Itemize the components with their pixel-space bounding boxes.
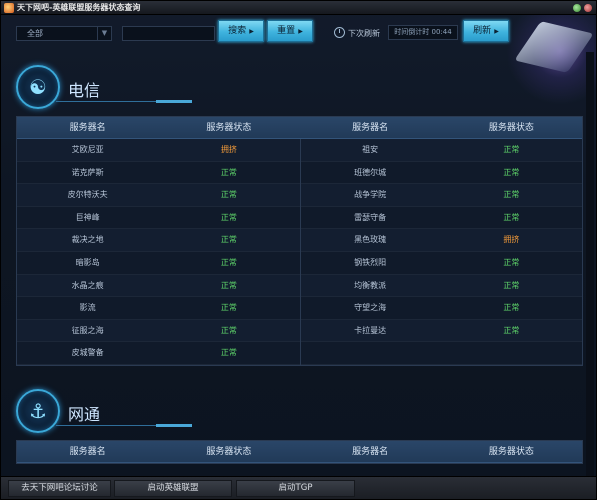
- isp-emblem-icon: ☯: [16, 65, 60, 109]
- server-status: 正常: [503, 257, 520, 267]
- server-name: 艾欧尼亚: [71, 145, 104, 154]
- forum-button[interactable]: 去天下网吧论坛讨论: [8, 480, 111, 497]
- server-name: 诺克萨斯: [71, 167, 104, 177]
- isp-emblem-icon: ⚓: [16, 389, 60, 433]
- chevron-down-icon[interactable]: ▼: [97, 27, 111, 40]
- server-status: 正常: [220, 235, 237, 245]
- server-name: 裁决之地: [71, 235, 104, 245]
- region-select[interactable]: 全部 ▼: [16, 26, 112, 41]
- window-title: 天下网吧-英雄联盟服务器状态查询: [17, 3, 141, 12]
- table-body: 艾欧尼亚 拥挤 祖安 正常 诺克萨斯 正常 班德尔城 正常 皮尔特沃夫 正常 战争学院 正常 巨神峰 正常…: [17, 139, 582, 365]
- server-status: 正常: [503, 303, 520, 313]
- server-name: 巨神峰: [75, 212, 100, 222]
- clock-icon: [334, 27, 345, 38]
- reset-button-label: 重置: [277, 26, 296, 36]
- server-name: 雷瑟守备: [354, 212, 387, 222]
- server-name: 班德尔城: [354, 167, 387, 177]
- section-header: ☯ 电信: [16, 65, 216, 109]
- search-button[interactable]: 搜索 ▶: [218, 20, 264, 42]
- server-name: 影流: [79, 303, 96, 313]
- server-name: 钢铁烈阳: [354, 257, 387, 267]
- search-button-label: 搜索: [228, 26, 247, 36]
- scrollbar[interactable]: [586, 52, 594, 476]
- server-status: 正常: [220, 348, 237, 358]
- server-name: 征服之海: [71, 325, 104, 335]
- countdown-display: 时间倒计时 00:44: [388, 25, 458, 40]
- window-controls: [573, 4, 592, 12]
- server-status: 正常: [503, 280, 520, 290]
- play-arrow-icon: ▶: [298, 28, 303, 35]
- next-refresh-label: 下次刷新: [348, 29, 380, 38]
- title-bar[interactable]: 天下网吧-英雄联盟服务器状态查询: [1, 1, 596, 15]
- server-name: 卡拉曼达: [354, 325, 387, 335]
- refresh-button[interactable]: 刷新 ▶: [463, 20, 509, 42]
- play-arrow-icon: ▶: [249, 28, 254, 35]
- table-header: 服务器名 服务器状态 服务器名 服务器状态: [17, 117, 582, 139]
- column-header: 服务器名: [352, 447, 389, 457]
- minimize-icon[interactable]: [573, 4, 581, 12]
- column-header: 服务器名: [352, 123, 389, 133]
- play-arrow-icon: ▶: [494, 28, 499, 35]
- section-title: 网通: [68, 405, 101, 424]
- bottom-bar: 去天下网吧论坛讨论 启动英雄联盟 启动TGP: [1, 476, 596, 499]
- app-window: 天下网吧-英雄联盟服务器状态查询 全部 ▼ 搜索 ▶ 重置 ▶ 下次刷新 时间倒计时…: [0, 0, 597, 500]
- close-icon[interactable]: [584, 4, 592, 12]
- column-header: 服务器名: [69, 447, 106, 457]
- column-header: 服务器状态: [488, 447, 534, 457]
- server-status: 拥挤: [220, 145, 237, 154]
- column-header: 服务器名: [69, 123, 106, 133]
- refresh-button-label: 刷新: [473, 26, 492, 36]
- server-status: [441, 342, 582, 364]
- server-status: 正常: [220, 303, 237, 313]
- column-header: 服务器状态: [206, 447, 252, 457]
- server-name: [300, 342, 441, 364]
- launch-lol-button[interactable]: 启动英雄联盟: [114, 480, 232, 497]
- section-underline: [56, 100, 192, 103]
- column-divider: [300, 139, 301, 365]
- section-underline: [56, 424, 192, 427]
- region-select-value: 全部: [27, 29, 43, 38]
- server-name: 水晶之痕: [71, 280, 104, 290]
- server-name: 均衡教派: [354, 280, 387, 290]
- reset-button[interactable]: 重置 ▶: [267, 20, 313, 42]
- server-status: 正常: [503, 212, 520, 222]
- table-header: 服务器名 服务器状态 服务器名 服务器状态: [17, 441, 582, 463]
- server-status: 正常: [220, 212, 237, 222]
- server-status: 正常: [220, 167, 237, 177]
- server-status: 拥挤: [503, 235, 520, 245]
- column-header: 服务器状态: [206, 123, 252, 133]
- server-name: 暗影岛: [75, 257, 100, 267]
- server-name: 战争学院: [354, 190, 387, 200]
- server-status: 正常: [220, 190, 237, 200]
- server-name: 祖安: [362, 145, 379, 154]
- section-header: ⚓ 网通: [16, 389, 216, 433]
- server-status: 正常: [503, 145, 520, 154]
- server-status: 正常: [503, 167, 520, 177]
- column-header: 服务器状态: [488, 123, 534, 133]
- server-list-scroll-area[interactable]: ☯ 电信 服务器名 服务器状态 服务器名 服务器状态 艾欧尼亚 拥挤 祖安 正常 诺克萨斯 正常 班德尔…: [1, 52, 586, 476]
- section-title: 电信: [68, 81, 101, 100]
- server-status: 正常: [503, 190, 520, 200]
- app-logo-icon: [4, 2, 14, 13]
- server-name: 黑色玫瑰: [354, 235, 387, 245]
- server-name: 守望之海: [354, 303, 387, 313]
- search-input[interactable]: [122, 26, 215, 41]
- server-table: 服务器名 服务器状态 服务器名 服务器状态 艾欧尼亚 拥挤 祖安 正常 诺克萨斯 正常 班德尔城 正常…: [16, 116, 583, 366]
- server-status: 正常: [220, 257, 237, 267]
- server-table: 服务器名 服务器状态 服务器名 服务器状态: [16, 440, 583, 464]
- server-name: 皮城警备: [71, 348, 104, 358]
- launch-tgp-button[interactable]: 启动TGP: [236, 480, 355, 497]
- server-status: 正常: [503, 325, 520, 335]
- server-name: 皮尔特沃夫: [67, 190, 108, 200]
- server-status: 正常: [220, 325, 237, 335]
- server-status: 正常: [220, 280, 237, 290]
